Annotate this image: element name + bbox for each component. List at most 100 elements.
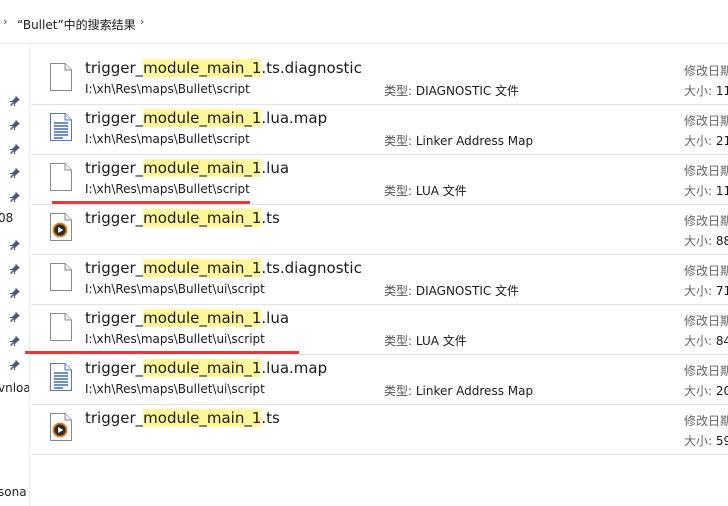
file-type: 类型: DIAGNOSTIC 文件 xyxy=(384,82,519,99)
search-term-highlight: module_main_1 xyxy=(143,109,262,127)
chevron-right-icon[interactable]: › xyxy=(140,15,144,28)
file-name-prefix: trigger_ xyxy=(85,409,144,427)
result-row[interactable]: trigger_module_main_1.lua I:\xh\Res\maps\… xyxy=(31,155,728,205)
pin-icon[interactable] xyxy=(9,167,21,179)
file-type-label: 类型: xyxy=(384,334,413,348)
file-size-label: 大小: xyxy=(684,284,713,298)
file-type-value: LUA 文件 xyxy=(415,184,467,198)
file-name-prefix: trigger_ xyxy=(85,109,144,127)
blank-file-icon xyxy=(49,162,73,192)
file-size-label: 大小: xyxy=(684,184,713,198)
media-file-icon xyxy=(49,412,73,442)
file-size-value: 11 xyxy=(715,84,728,98)
file-name[interactable]: trigger_module_main_1.lua xyxy=(85,159,289,177)
file-size-value: 59 xyxy=(715,434,728,448)
file-size-label: 大小: xyxy=(684,384,713,398)
file-path: I:\xh\Res\maps\Bullet\script xyxy=(85,182,250,196)
modified-date-label: 修改日期 xyxy=(684,164,728,178)
file-name-prefix: trigger_ xyxy=(85,259,144,277)
file-size-label: 大小: xyxy=(684,84,713,98)
pin-icon[interactable] xyxy=(9,287,21,299)
result-row[interactable]: trigger_module_main_1.lua I:\xh\Res\maps\… xyxy=(31,305,728,355)
search-term-highlight: module_main_1 xyxy=(143,209,262,227)
file-name-suffix: .ts xyxy=(261,209,280,227)
breadcrumb: › “Bullet”中的搜索结果 › xyxy=(0,0,728,44)
file-type-label: 类型: xyxy=(384,84,413,98)
search-term-highlight: module_main_1 xyxy=(143,359,262,377)
file-size-value: 88 xyxy=(715,234,728,248)
pin-icon[interactable] xyxy=(9,143,21,155)
file-type-label: 类型: xyxy=(384,284,413,298)
modified-date-label: 修改日期 xyxy=(684,314,728,328)
pin-icon[interactable] xyxy=(9,359,21,371)
file-path: I:\xh\Res\maps\Bullet\script xyxy=(85,132,250,146)
search-term-highlight: module_main_1 xyxy=(143,309,262,327)
nav-item-clipped[interactable]: vnloa xyxy=(0,381,29,395)
file-name-suffix: .lua.map xyxy=(261,109,328,127)
file-size-label: 大小: xyxy=(684,134,713,148)
file-size: 大小: 71 xyxy=(684,282,728,299)
red-underline-annotation xyxy=(25,351,299,354)
file-size-value: 11 xyxy=(715,184,728,198)
file-size-value: 84 xyxy=(715,334,728,348)
file-type-value: LUA 文件 xyxy=(415,334,467,348)
search-results-title[interactable]: “Bullet”中的搜索结果 xyxy=(17,16,136,33)
text-file-icon xyxy=(49,362,73,392)
red-underline-annotation xyxy=(52,201,250,204)
file-size-value: 21 xyxy=(715,134,728,148)
modified-date-label: 修改日期 xyxy=(684,414,728,428)
search-term-highlight: module_main_1 xyxy=(143,159,262,177)
file-path: I:\xh\Res\maps\Bullet\ui\script xyxy=(85,382,265,396)
file-name-suffix: .lua xyxy=(261,159,290,177)
result-row[interactable]: trigger_module_main_1.lua.map I:\xh\Res\m… xyxy=(31,355,728,405)
file-name-prefix: trigger_ xyxy=(85,159,144,177)
modified-date-label: 修改日期 xyxy=(684,364,728,378)
nav-item-clipped[interactable]: sona xyxy=(0,485,27,499)
pin-icon[interactable] xyxy=(9,239,21,251)
file-name[interactable]: trigger_module_main_1.lua.map xyxy=(85,359,327,377)
pin-icon[interactable] xyxy=(9,263,21,275)
pin-icon[interactable] xyxy=(9,335,21,347)
file-name[interactable]: trigger_module_main_1.ts xyxy=(85,409,280,427)
pin-icon[interactable] xyxy=(9,95,21,107)
blank-file-icon xyxy=(49,262,73,292)
modified-date-label: 修改日期 xyxy=(684,214,728,228)
pin-icon[interactable] xyxy=(9,311,21,323)
file-name[interactable]: trigger_module_main_1.ts xyxy=(85,209,280,227)
file-size-label: 大小: xyxy=(684,334,713,348)
result-row[interactable]: trigger_module_main_1.ts.diagnostic I:\xh… xyxy=(31,255,728,305)
file-name[interactable]: trigger_module_main_1.ts.diagnostic xyxy=(85,59,362,77)
result-row[interactable]: trigger_module_main_1.ts 修改日期大小: 88 xyxy=(31,205,728,255)
file-size-value: 71 xyxy=(715,284,728,298)
file-name-prefix: trigger_ xyxy=(85,209,144,227)
modified-date-label: 修改日期 xyxy=(684,64,728,78)
file-name[interactable]: trigger_module_main_1.lua xyxy=(85,309,289,327)
file-name[interactable]: trigger_module_main_1.lua.map xyxy=(85,109,327,127)
file-type-label: 类型: xyxy=(384,184,413,198)
file-type-value: Linker Address Map xyxy=(415,134,534,148)
nav-item-clipped[interactable]: 08 xyxy=(0,211,13,225)
file-type-value: DIAGNOSTIC 文件 xyxy=(415,84,520,98)
pin-icon[interactable] xyxy=(9,119,21,131)
result-row[interactable]: trigger_module_main_1.lua.map I:\xh\Res\m… xyxy=(31,105,728,155)
file-name-prefix: trigger_ xyxy=(85,59,144,77)
result-row[interactable]: trigger_module_main_1.ts.diagnostic I:\xh… xyxy=(31,55,728,105)
text-file-icon xyxy=(49,112,73,142)
file-type: 类型: LUA 文件 xyxy=(384,332,467,349)
modified-date-label: 修改日期 xyxy=(684,114,728,128)
file-name-suffix: .ts.diagnostic xyxy=(261,259,362,277)
file-name-suffix: .ts xyxy=(261,409,280,427)
file-type: 类型: LUA 文件 xyxy=(384,182,467,199)
file-size: 大小: 11 xyxy=(684,182,728,199)
file-size: 大小: 20 xyxy=(684,382,728,399)
file-path: I:\xh\Res\maps\Bullet\script xyxy=(85,82,250,96)
file-name-suffix: .lua xyxy=(261,309,290,327)
file-size-label: 大小: xyxy=(684,234,713,248)
file-name[interactable]: trigger_module_main_1.ts.diagnostic xyxy=(85,259,362,277)
chevron-left-icon[interactable]: › xyxy=(3,15,7,28)
pin-icon[interactable] xyxy=(9,191,21,203)
file-type: 类型: DIAGNOSTIC 文件 xyxy=(384,282,519,299)
result-row[interactable]: trigger_module_main_1.ts 修改日期大小: 59 xyxy=(31,405,728,455)
blank-file-icon xyxy=(49,62,73,92)
file-size: 大小: 59 xyxy=(684,432,728,449)
